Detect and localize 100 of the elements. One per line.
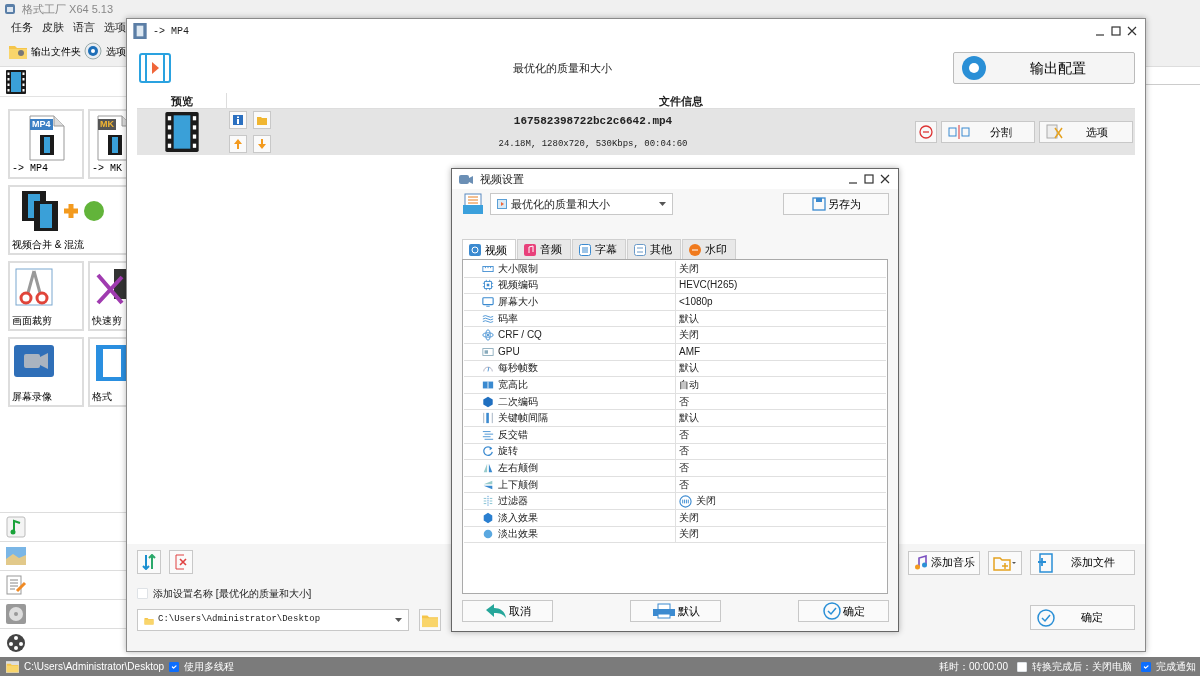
drawer-icon <box>462 193 484 215</box>
setting-name: 过滤器 <box>498 494 528 509</box>
setting-name: 码率 <box>498 311 518 326</box>
tool-tile[interactable]: 视频合并 & 混流 <box>8 185 126 255</box>
tab[interactable]: 其他 <box>627 239 681 259</box>
video-icon <box>139 53 171 83</box>
setting-value[interactable]: HEVC(H265) <box>679 277 738 294</box>
tool-tile[interactable]: MP4 -> MP4 <box>8 109 84 179</box>
atom-icon <box>482 329 494 342</box>
setting-value[interactable]: AMF <box>679 343 701 360</box>
close-icon[interactable] <box>880 174 890 184</box>
bars-icon <box>482 412 494 425</box>
tab[interactable]: 字幕 <box>572 239 626 259</box>
info-icon <box>232 114 244 126</box>
back-arrow-icon <box>484 603 507 619</box>
setting-value[interactable]: 关闭 <box>679 526 699 543</box>
tool-tile[interactable]: 格式 <box>88 337 126 407</box>
music-note-icon <box>524 243 536 256</box>
setting-name: 每秒帧数 <box>498 361 538 376</box>
clear-list-button[interactable] <box>169 550 193 574</box>
setting-value[interactable]: 否 <box>679 443 689 460</box>
menu-item[interactable]: 任务 <box>11 18 33 36</box>
setting-name: 左右颠倒 <box>498 460 538 475</box>
tool-tile[interactable]: MK -> MK <box>88 109 126 179</box>
setting-name: 大小限制 <box>498 261 538 276</box>
music-note-icon[interactable] <box>5 516 27 538</box>
default-button[interactable]: 默认 <box>630 600 721 622</box>
setting-value[interactable]: 默认 <box>679 310 699 327</box>
preset-dropdown[interactable]: 最优化的质量和大小 <box>490 193 673 215</box>
minus-circle-icon <box>919 125 933 139</box>
film-reel-icon[interactable] <box>5 632 27 654</box>
checkbox[interactable] <box>169 661 180 672</box>
tab[interactable]: 水印 <box>682 239 736 259</box>
lines-icon <box>482 428 494 441</box>
info-button[interactable] <box>229 111 247 129</box>
maximize-icon[interactable] <box>1111 26 1121 36</box>
maximize-icon[interactable] <box>864 174 874 184</box>
menu-item[interactable]: 皮肤 <box>42 18 64 36</box>
setting-value[interactable]: 默认 <box>679 410 699 427</box>
tab[interactable]: 视频 <box>462 239 516 260</box>
remove-button[interactable] <box>915 121 937 143</box>
document-icon: MP4 <box>26 115 66 161</box>
setting-name: 反交错 <box>498 427 528 442</box>
add-music-button[interactable]: 添加音乐 <box>908 550 980 575</box>
window-title: 视频设置 <box>480 171 524 187</box>
tab[interactable]: 音频 <box>517 239 571 259</box>
window-title: 格式工厂 X64 5.13 <box>22 1 114 17</box>
column-header: 文件信息 <box>658 94 704 108</box>
path-dropdown[interactable]: C:\Users\Administrator\Desktop <box>137 609 409 631</box>
tool-tile[interactable]: 画面裁剪 <box>8 261 84 331</box>
menu-item[interactable]: 语言 <box>73 18 95 36</box>
setting-value[interactable]: 关闭 <box>679 260 699 277</box>
tool-tile[interactable]: 快速剪 <box>88 261 126 331</box>
output-settings-button[interactable]: 输出配置 <box>953 52 1135 84</box>
cancel-button[interactable]: 取消 <box>462 600 553 622</box>
setting-name: 淡入效果 <box>498 510 538 525</box>
flip-icon <box>482 478 494 491</box>
hexagon-icon <box>482 511 494 524</box>
split-button[interactable]: 分割 <box>941 121 1035 143</box>
folder-icon <box>256 114 268 126</box>
menu-item[interactable]: 选项 <box>104 18 126 36</box>
sort-button[interactable] <box>137 550 161 574</box>
sort-icon <box>142 554 156 570</box>
setting-value[interactable]: 否 <box>679 393 689 410</box>
ok-button[interactable]: 确定 <box>1030 605 1135 630</box>
video-icon <box>497 199 507 209</box>
down-arrow-button[interactable] <box>253 135 271 153</box>
video-camera-icon <box>458 172 474 186</box>
checkbox-label: 添加设置名称 [最优化的质量和大小] <box>153 587 312 601</box>
document-icon: MK <box>94 115 126 161</box>
setting-name: 关键帧间隔 <box>498 411 548 426</box>
options-button[interactable]: 选项 <box>1039 121 1133 143</box>
setting-value[interactable]: <1080p <box>679 294 713 310</box>
tool-tile[interactable]: 屏幕录像 <box>8 337 84 407</box>
circle-icon <box>482 528 494 541</box>
file-row[interactable]: 167582398722bc2c6642.mp4 24.18M, 1280x720, 530Kbps, 00:04:60 分割 选项 <box>137 109 1135 155</box>
setting-value[interactable]: 关闭 <box>696 493 716 510</box>
setting-value[interactable]: 默认 <box>679 360 699 377</box>
close-icon[interactable] <box>1127 26 1137 36</box>
setting-value[interactable]: 关闭 <box>679 509 699 526</box>
music-note-icon <box>913 554 929 571</box>
setting-value[interactable]: 自动 <box>679 376 699 393</box>
setting-name: 视频编码 <box>498 278 538 293</box>
setting-value[interactable]: 否 <box>679 476 689 493</box>
setting-value[interactable]: 否 <box>679 459 689 476</box>
document-icon[interactable] <box>5 574 27 596</box>
ok-button[interactable]: 确定 <box>798 600 889 622</box>
elapsed-time: 耗时：00:00:00 <box>939 660 1008 674</box>
landscape-icon[interactable] <box>5 545 27 567</box>
setting-value[interactable]: 否 <box>679 426 689 443</box>
file-details: 24.18M, 1280x720, 530Kbps, 00:04:60 <box>497 137 689 151</box>
toolbar-button[interactable]: 输出文件夹 <box>8 42 83 60</box>
save-as-button[interactable]: 另存为 <box>783 193 889 215</box>
setting-name: 淡出效果 <box>498 527 538 542</box>
split-icon <box>948 125 970 139</box>
add-file-button[interactable]: 添加文件 <box>1030 550 1135 575</box>
badge-icon <box>689 243 701 256</box>
up-arrow-button[interactable] <box>229 135 247 153</box>
checkbox[interactable] <box>1141 661 1151 672</box>
setting-value[interactable]: 关闭 <box>679 327 699 344</box>
